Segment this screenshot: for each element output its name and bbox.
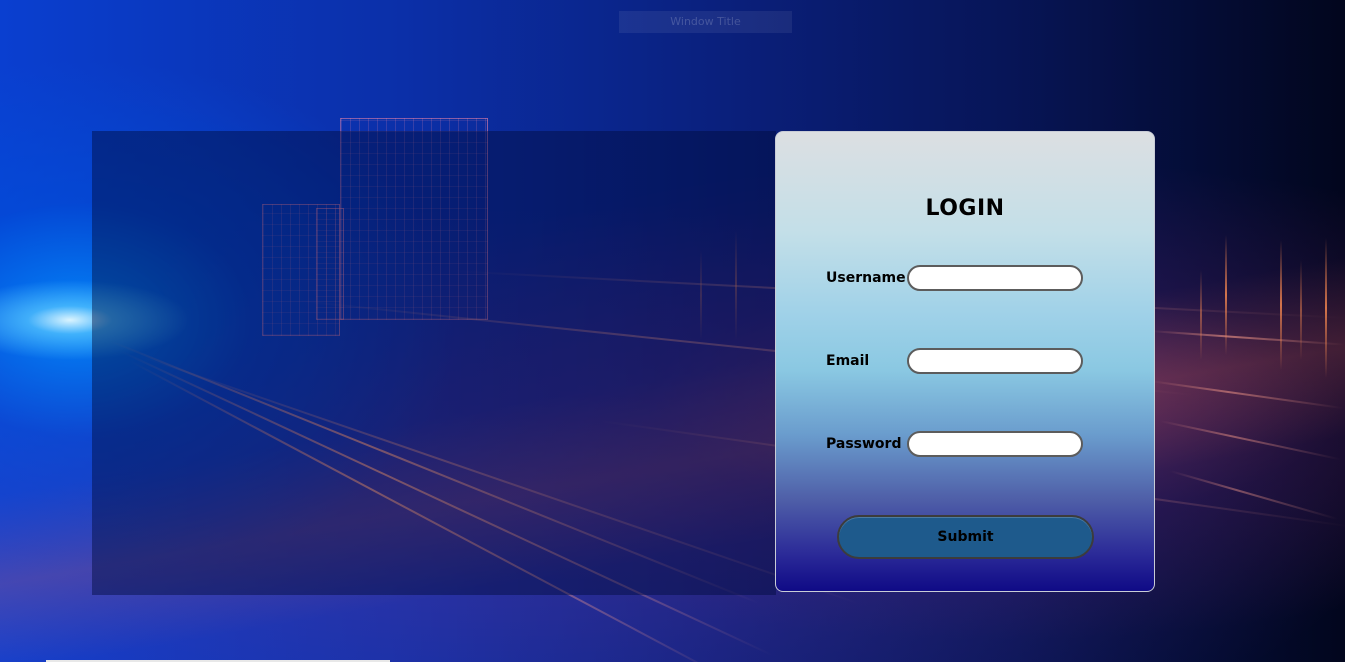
login-title: LOGIN [925, 196, 1005, 221]
username-input[interactable] [907, 265, 1083, 291]
password-input[interactable] [907, 431, 1083, 457]
submit-button[interactable]: Submit [837, 515, 1094, 559]
login-card: LOGIN Username Email Password Submit [775, 131, 1155, 592]
username-label: Username [826, 270, 906, 286]
image-panel [92, 131, 776, 595]
password-label: Password [826, 436, 902, 452]
window-title-bar: Window Title [619, 11, 792, 33]
email-label: Email [826, 353, 870, 369]
email-input[interactable] [907, 348, 1083, 374]
